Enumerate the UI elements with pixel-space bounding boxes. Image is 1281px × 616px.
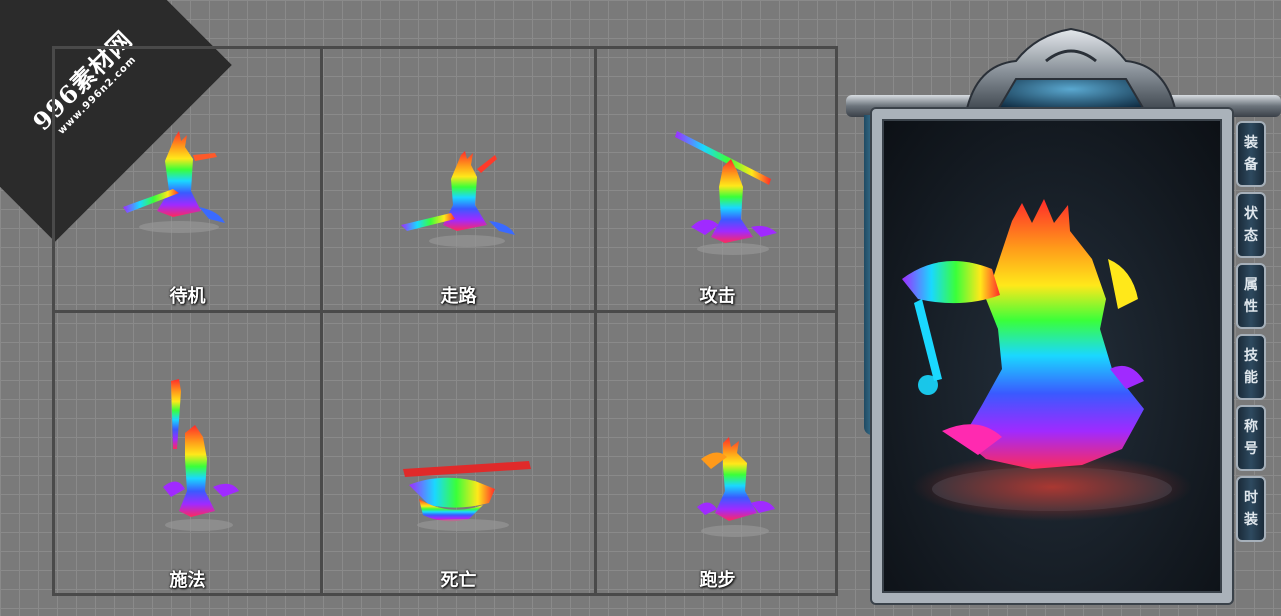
tab-skills[interactable]: 技 能 xyxy=(1236,334,1266,400)
tab-attributes[interactable]: 属 性 xyxy=(1236,263,1266,329)
action-label-walk: 走路 xyxy=(440,286,477,307)
panel-tabs: 装 备 状 态 属 性 技 能 称 号 时 装 xyxy=(1236,121,1268,547)
action-cell-walk[interactable]: 走路 xyxy=(323,49,594,310)
attack-sprite xyxy=(675,131,777,255)
tab-label: 装 xyxy=(1244,512,1258,528)
tab-label: 称 xyxy=(1244,419,1258,435)
tab-label: 装 xyxy=(1244,135,1258,151)
walk-sprite xyxy=(401,151,515,247)
action-label-run: 跑步 xyxy=(699,570,736,591)
tab-status[interactable]: 状 态 xyxy=(1236,192,1266,258)
action-label-death: 死亡 xyxy=(440,570,477,591)
cast-sprite xyxy=(163,379,239,531)
action-cell-run[interactable]: 跑步 xyxy=(597,313,838,593)
tab-title[interactable]: 称 号 xyxy=(1236,405,1266,471)
action-cell-idle[interactable]: 待机 xyxy=(55,49,320,310)
action-cell-death[interactable]: 死亡 xyxy=(323,313,594,593)
action-cell-attack[interactable]: 攻击 xyxy=(597,49,838,310)
action-label-cast: 施法 xyxy=(169,570,206,591)
action-label-attack: 攻击 xyxy=(699,286,736,307)
tab-equipment[interactable]: 装 备 xyxy=(1236,121,1266,187)
tab-label: 技 xyxy=(1244,348,1258,364)
character-model xyxy=(902,199,1192,521)
character-panel: 装 备 状 态 属 性 技 能 称 号 时 装 xyxy=(846,25,1281,605)
run-sprite xyxy=(697,437,775,537)
action-label-idle: 待机 xyxy=(169,286,206,307)
tab-fashion[interactable]: 时 装 xyxy=(1236,476,1266,542)
idle-sprite xyxy=(123,131,225,233)
tab-label: 性 xyxy=(1244,299,1258,315)
tab-label: 状 xyxy=(1244,206,1258,222)
tab-label: 号 xyxy=(1244,441,1258,457)
tab-label: 属 xyxy=(1244,277,1258,293)
character-viewport xyxy=(872,109,1232,603)
tab-label: 备 xyxy=(1244,157,1258,173)
tab-label: 时 xyxy=(1244,490,1258,506)
tab-label: 态 xyxy=(1244,228,1258,244)
action-grid: 待机 走路 攻击 施法 死亡 跑步 xyxy=(52,46,838,596)
tab-label: 能 xyxy=(1244,370,1258,386)
action-cell-cast[interactable]: 施法 xyxy=(55,313,320,593)
panel-crown-ornament xyxy=(964,27,1178,113)
death-sprite xyxy=(403,461,531,531)
